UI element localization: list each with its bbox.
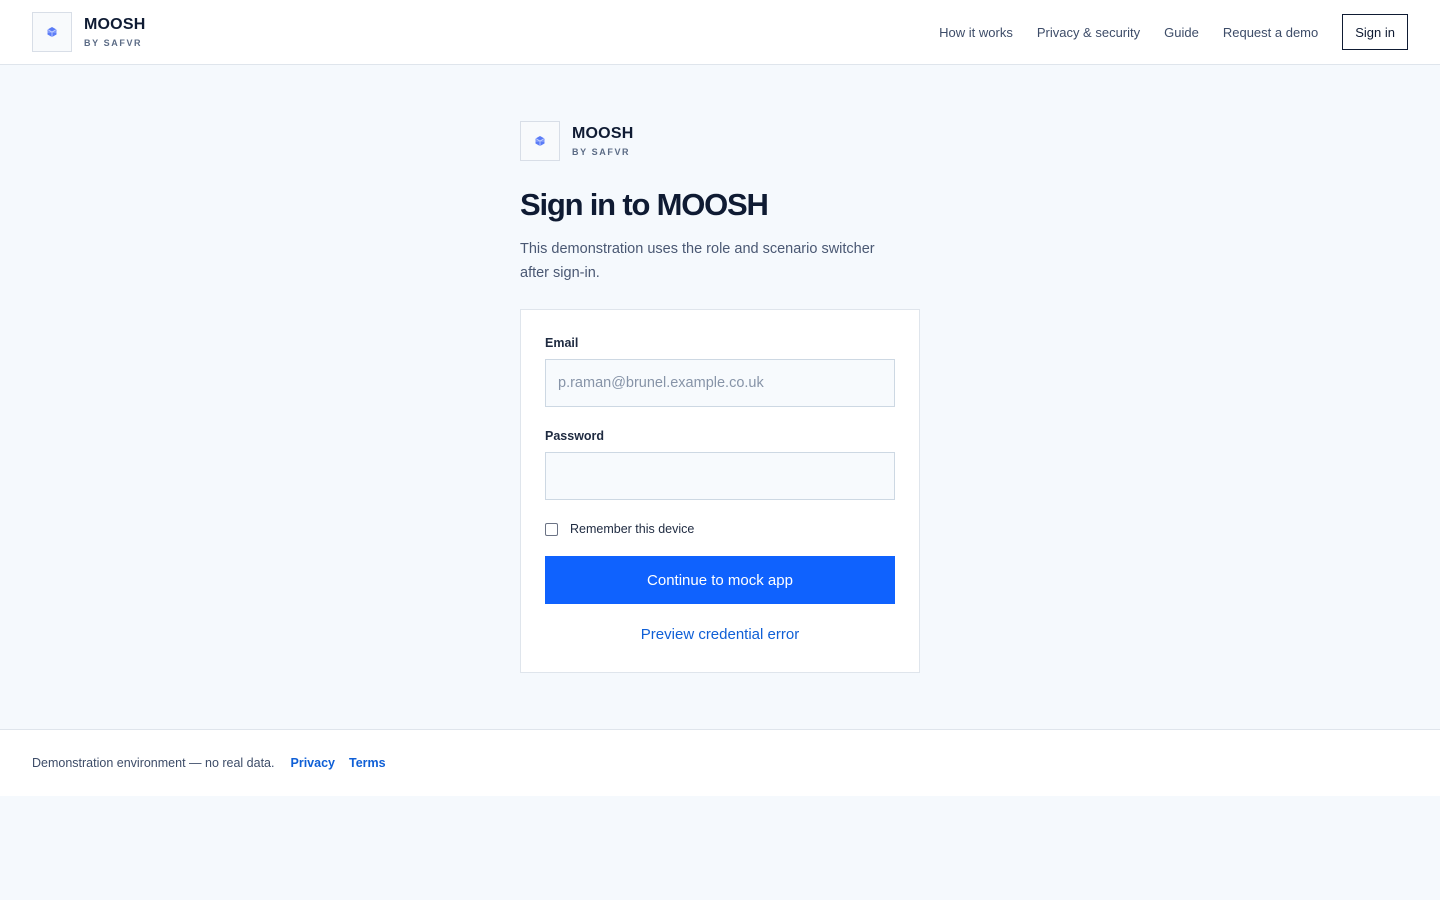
email-field[interactable] bbox=[545, 359, 895, 407]
remember-device-row: Remember this device bbox=[545, 522, 895, 536]
nav-link-how-it-works[interactable]: How it works bbox=[939, 25, 1013, 40]
continue-button[interactable]: Continue to mock app bbox=[545, 556, 895, 604]
footer-note: Demonstration environment — no real data… bbox=[32, 756, 275, 770]
remember-device-checkbox[interactable] bbox=[545, 522, 558, 536]
brand-tagline: BY SAFVR bbox=[84, 37, 143, 48]
email-label: Email bbox=[545, 336, 579, 350]
header-sign-in-button[interactable]: Sign in bbox=[1342, 14, 1408, 50]
logo-mark bbox=[520, 121, 560, 161]
password-field[interactable] bbox=[545, 452, 895, 500]
page-logo: MOOSH BY SAFVR bbox=[520, 121, 920, 161]
nav-link-guide[interactable]: Guide bbox=[1164, 25, 1199, 40]
primary-nav: How it works Privacy & security Guide Re… bbox=[939, 14, 1408, 50]
logo-text: MOOSH BY SAFVR bbox=[84, 16, 145, 49]
footer: Demonstration environment — no real data… bbox=[0, 729, 1440, 796]
cube-icon bbox=[47, 27, 57, 37]
header-logo[interactable]: MOOSH BY SAFVR bbox=[32, 12, 145, 52]
sign-in-intro: MOOSH BY SAFVR Sign in to MOOSH This dem… bbox=[520, 121, 920, 285]
brand-name: MOOSH bbox=[84, 15, 146, 33]
page-title: Sign in to MOOSH bbox=[520, 187, 769, 222]
top-nav-bar: MOOSH BY SAFVR How it works Privacy & se… bbox=[0, 0, 1440, 65]
remember-device-label[interactable]: Remember this device bbox=[570, 522, 694, 536]
cube-icon bbox=[535, 136, 545, 146]
footer-privacy-link[interactable]: Privacy bbox=[291, 756, 335, 770]
preview-credential-error-link[interactable]: Preview credential error bbox=[545, 626, 895, 643]
brand-name: MOOSH bbox=[572, 124, 634, 142]
sign-in-form: Email Password Remember this device Cont… bbox=[520, 309, 920, 673]
logo-text: MOOSH BY SAFVR bbox=[572, 125, 633, 158]
nav-link-privacy-security[interactable]: Privacy & security bbox=[1037, 25, 1140, 40]
logo-mark bbox=[32, 12, 72, 52]
password-label: Password bbox=[545, 429, 605, 443]
footer-terms-link[interactable]: Terms bbox=[349, 756, 386, 770]
page-description: This demonstration uses the role and sce… bbox=[520, 241, 875, 281]
nav-link-request-demo[interactable]: Request a demo bbox=[1223, 25, 1318, 40]
brand-tagline: BY SAFVR bbox=[572, 146, 631, 157]
